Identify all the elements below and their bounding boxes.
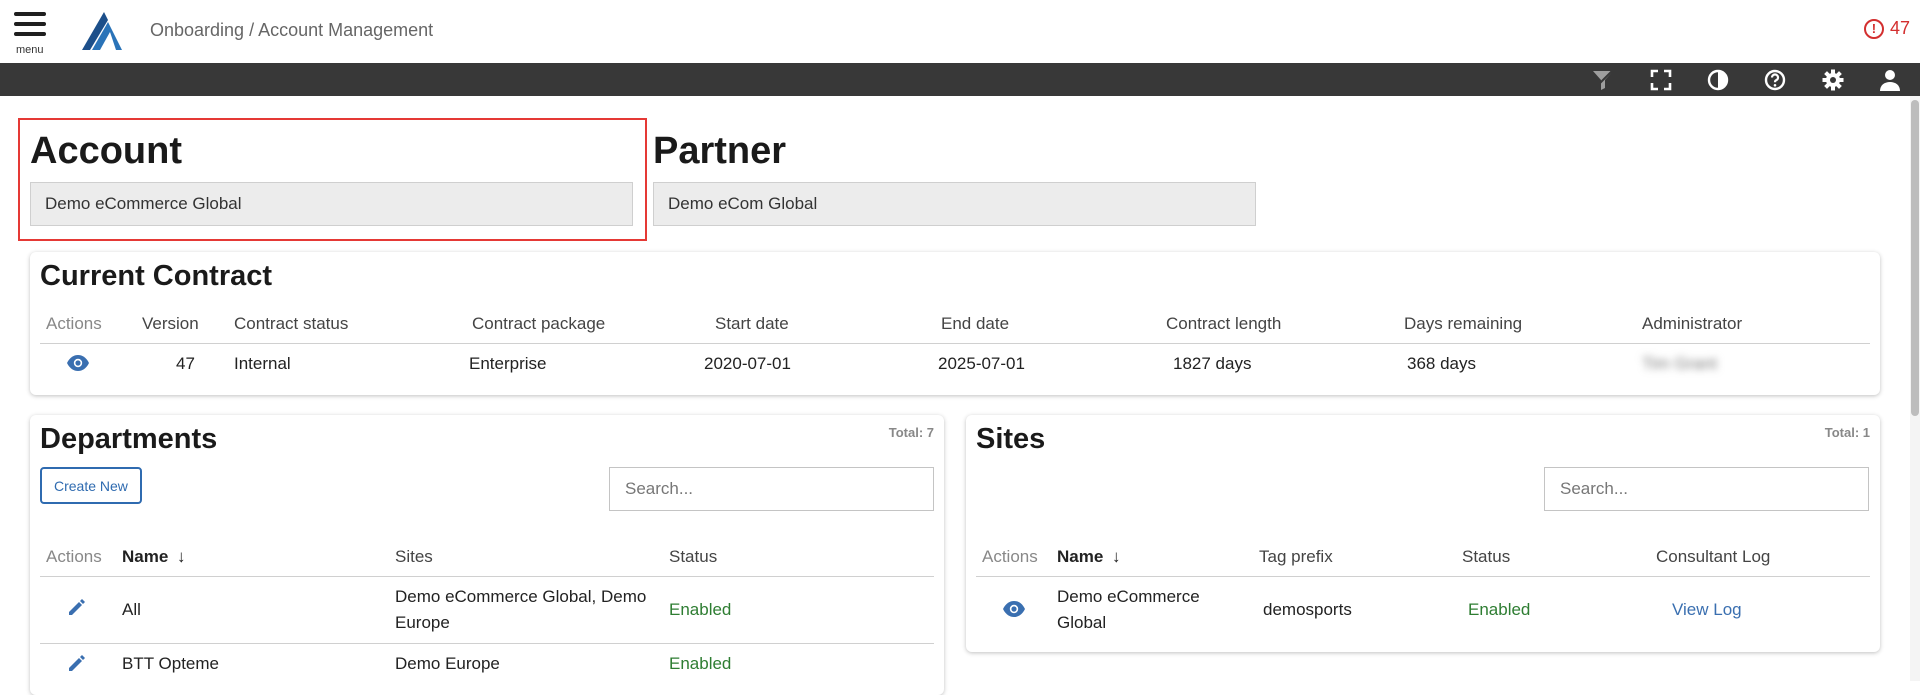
menu-bar	[14, 32, 46, 36]
contract-length: 1827 days	[1173, 354, 1252, 373]
page-scrollbar[interactable]	[1910, 96, 1920, 681]
department-sites: Demo Europe	[395, 654, 500, 673]
user-icon[interactable]	[1877, 67, 1903, 93]
view-site-icon[interactable]	[1002, 598, 1026, 620]
sites-card: Sites Total: 1 Actions Name ↓ Tag prefix…	[966, 415, 1880, 652]
sites-col-actions: Actions	[982, 547, 1038, 566]
site-name: Demo eCommerce Global	[1057, 587, 1200, 632]
sites-col-name-label: Name	[1057, 547, 1104, 566]
view-log-link[interactable]: View Log	[1672, 597, 1742, 623]
contract-col-actions: Actions	[46, 314, 102, 333]
site-status: Enabled	[1468, 600, 1531, 619]
top-header: menu Onboarding / Account Management ! 4…	[0, 0, 1920, 63]
sort-down-icon: ↓	[1112, 547, 1121, 566]
contract-status: Internal	[234, 354, 291, 373]
help-icon[interactable]	[1762, 67, 1788, 93]
departments-title: Departments	[40, 423, 218, 455]
departments-col-name-label: Name	[122, 547, 169, 566]
contract-col-days-remaining: Days remaining	[1404, 314, 1523, 333]
contract-end-date: 2025-07-01	[938, 354, 1025, 373]
contract-title: Current Contract	[40, 260, 273, 292]
scrollbar-thumb[interactable]	[1911, 100, 1919, 416]
account-field: Demo eCommerce Global	[30, 182, 633, 226]
contract-version: 47	[176, 354, 195, 373]
breadcrumb: Onboarding / Account Management	[150, 20, 434, 40]
departments-col-status: Status	[669, 547, 718, 566]
departments-search-input[interactable]	[609, 467, 934, 511]
contract-header-divider	[40, 343, 1870, 344]
department-name: BTT Opteme	[122, 654, 219, 673]
departments-card: Departments Total: 7 Create New Actions …	[30, 415, 944, 695]
settings-icon[interactable]	[1820, 67, 1846, 93]
contract-start-date: 2020-07-01	[704, 354, 791, 373]
sort-down-icon: ↓	[177, 547, 186, 566]
view-contract-icon[interactable]	[66, 352, 90, 374]
departments-col-sites: Sites	[395, 547, 433, 566]
departments-col-name[interactable]: Name ↓	[122, 547, 186, 567]
departments-total: Total: 7	[888, 425, 934, 440]
alert-icon: !	[1863, 18, 1884, 39]
account-title: Account	[30, 130, 182, 172]
departments-row-divider	[40, 643, 934, 644]
sites-total: Total: 1	[1824, 425, 1870, 440]
menu-label: menu	[16, 44, 44, 56]
department-name: All	[122, 600, 141, 619]
department-status: Enabled	[669, 654, 732, 673]
sites-header-divider	[976, 576, 1870, 577]
contract-col-end-date: End date	[941, 314, 1010, 333]
sites-col-status: Status	[1462, 547, 1511, 566]
current-contract-card: Current Contract Actions Version Contrac…	[30, 252, 1880, 395]
department-sites: Demo eCommerce Global, Demo Europe	[395, 587, 647, 632]
sites-col-tag-prefix: Tag prefix	[1259, 547, 1333, 566]
alert-count: 47	[1889, 18, 1910, 38]
departments-col-actions: Actions	[46, 547, 102, 566]
menu-bar	[14, 12, 46, 16]
alert-indicator[interactable]: ! 47	[1863, 18, 1910, 39]
menu-bar	[14, 22, 46, 26]
logo-icon[interactable]	[78, 10, 124, 52]
department-status: Enabled	[669, 600, 732, 619]
fullscreen-icon[interactable]	[1648, 67, 1674, 93]
contract-days-remaining: 368 days	[1407, 354, 1476, 373]
contract-package: Enterprise	[469, 354, 547, 373]
sites-col-name[interactable]: Name ↓	[1057, 547, 1121, 567]
contract-col-status: Contract status	[234, 314, 349, 333]
contract-col-administrator: Administrator	[1642, 314, 1743, 333]
menu-button[interactable]: menu	[14, 12, 50, 58]
edit-department-icon[interactable]	[66, 652, 90, 674]
contract-col-version: Version	[142, 314, 199, 333]
sites-search-input[interactable]	[1544, 467, 1869, 511]
contract-col-start-date: Start date	[715, 314, 789, 333]
site-tag-prefix: demosports	[1263, 600, 1352, 619]
partner-field: Demo eCom Global	[653, 182, 1256, 226]
contract-col-package: Contract package	[472, 314, 606, 333]
contract-administrator: Tim Grant	[1642, 354, 1717, 373]
contrast-icon[interactable]	[1705, 67, 1731, 93]
edit-department-icon[interactable]	[66, 596, 90, 618]
create-department-button[interactable]: Create New	[40, 467, 142, 504]
contract-col-length: Contract length	[1166, 314, 1282, 333]
toolbar	[0, 63, 1920, 96]
filter-icon[interactable]	[1590, 67, 1616, 93]
sites-title: Sites	[976, 423, 1046, 455]
partner-title: Partner	[653, 130, 787, 172]
sites-col-consultant-log: Consultant Log	[1656, 547, 1771, 566]
departments-header-divider	[40, 576, 934, 577]
